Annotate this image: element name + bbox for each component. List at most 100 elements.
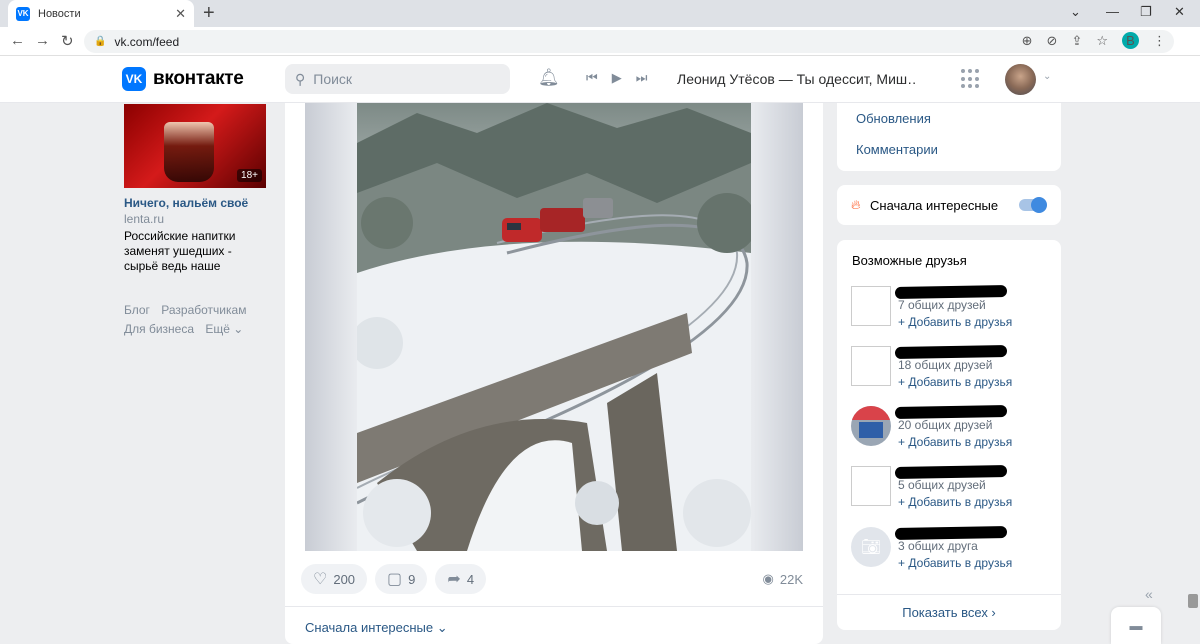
ad-description: Российские напитки заменят ушедших - сыр… bbox=[124, 229, 236, 273]
mutual-friends-count[interactable]: 5 общих друзей bbox=[898, 478, 986, 492]
menu-kebab-icon[interactable]: ⋮ bbox=[1153, 33, 1166, 49]
feed-post: ♡ 200 ▢ 9 ➦ 4 ◉ 22K Сначала интересные ⌄ bbox=[285, 103, 823, 644]
heart-icon: ♡ bbox=[313, 571, 328, 588]
redacted-name bbox=[894, 285, 1008, 299]
friend-photo bbox=[851, 406, 891, 446]
friend-suggestion: 5 общих друзей + Добавить в друзья bbox=[851, 462, 1056, 512]
add-friend-button[interactable]: + Добавить в друзья bbox=[898, 375, 1012, 389]
forward-icon[interactable]: → bbox=[35, 32, 50, 49]
toggle-knob bbox=[1031, 197, 1047, 213]
share-arrow-icon: ➦ bbox=[447, 571, 461, 588]
mutual-friends-count[interactable]: 18 общих друзей bbox=[898, 358, 992, 372]
zoom-icon[interactable]: ⊕ bbox=[1022, 33, 1033, 49]
friend-suggestion: 7 общих друзей + Добавить в друзья bbox=[851, 282, 1056, 332]
menu-item-updates[interactable]: Обновления bbox=[856, 111, 931, 126]
new-tab-icon[interactable]: + bbox=[203, 2, 215, 25]
search-placeholder: Поиск bbox=[313, 71, 353, 87]
ad-glass-illustration bbox=[164, 122, 214, 182]
url-text: vk.com/feed bbox=[114, 34, 180, 49]
menu-item-comments[interactable]: Комментарии bbox=[856, 142, 938, 157]
messenger-chat-icon[interactable]: ▬ bbox=[1111, 607, 1161, 644]
scrollbar-thumb[interactable] bbox=[1188, 594, 1198, 608]
user-avatar[interactable] bbox=[1005, 64, 1036, 95]
vk-logo-icon: VK bbox=[122, 67, 146, 91]
footer-links: Блог Разработчикам Для бизнеса Ещё ⌄ bbox=[124, 301, 274, 339]
search-input[interactable]: ⚲ Поиск bbox=[285, 64, 510, 94]
reload-icon[interactable]: ↻ bbox=[61, 32, 74, 50]
mutual-friends-count[interactable]: 7 общих друзей bbox=[898, 298, 986, 312]
friend-suggestion: 📷︎ 3 общих друга + Добавить в друзья bbox=[851, 523, 1056, 573]
browser-tab-bar: VK Новости ✕ + ⌄ — ❐ ✕ bbox=[0, 0, 1200, 27]
interesting-first-toggle[interactable] bbox=[1019, 197, 1047, 213]
back-icon[interactable]: ← bbox=[10, 32, 25, 49]
camera-placeholder-icon[interactable]: 📷︎ bbox=[851, 527, 891, 567]
friend-suggestion: 18 общих друзей + Добавить в друзья bbox=[851, 342, 1056, 392]
profile-avatar-icon[interactable]: B bbox=[1122, 32, 1139, 49]
ad-image[interactable]: 18+ bbox=[124, 104, 266, 188]
friend-suggestion: 20 общих друзей + Добавить в друзья bbox=[851, 402, 1056, 452]
chevron-down-icon[interactable]: ⌄ bbox=[1043, 71, 1051, 82]
footer-link-business[interactable]: Для бизнеса bbox=[124, 322, 194, 336]
add-friend-button[interactable]: + Добавить в друзья bbox=[898, 435, 1012, 449]
redacted-name bbox=[894, 345, 1008, 359]
views-count: 22K bbox=[779, 571, 803, 587]
vk-header: VK вконтакте ⚲ Поиск 🔔︎ ⏮ ▶ ⏭ Леонид Утё… bbox=[0, 56, 1200, 103]
eye-slash-icon[interactable]: ⊘ bbox=[1047, 33, 1058, 49]
possible-friends-title: Возможные друзья bbox=[852, 253, 967, 268]
shares-count: 4 bbox=[466, 571, 475, 587]
search-icon: ⚲ bbox=[295, 70, 306, 87]
possible-friends-block: Возможные друзья 7 общих друзей + Добави… bbox=[837, 240, 1061, 630]
views-counter: ◉ 22K bbox=[763, 571, 803, 587]
minimize-icon[interactable]: — bbox=[1106, 4, 1119, 19]
tab-search-chevron-icon[interactable]: ⌄ bbox=[1070, 4, 1081, 20]
browser-toolbar: ← → ↻ 🔒 vk.com/feed ⊕ ⊘ ⇪ ☆ B ⋮ bbox=[0, 27, 1200, 56]
vk-logo-text: вконтакте bbox=[153, 68, 244, 89]
friend-avatar[interactable] bbox=[851, 286, 891, 326]
winter-railway-scene bbox=[357, 103, 751, 551]
play-icon[interactable]: ▶ bbox=[612, 70, 622, 86]
bookmark-star-icon[interactable]: ☆ bbox=[1096, 33, 1108, 49]
notifications-bell-icon[interactable]: 🔔︎ bbox=[538, 68, 560, 88]
footer-link-developers[interactable]: Разработчикам bbox=[161, 303, 246, 317]
flame-icon: 🔥︎ bbox=[851, 197, 861, 212]
post-photo[interactable] bbox=[357, 103, 751, 551]
next-track-icon[interactable]: ⏭ bbox=[636, 70, 648, 86]
add-friend-button[interactable]: + Добавить в друзья bbox=[898, 556, 1012, 570]
mutual-friends-count[interactable]: 3 общих друга bbox=[898, 539, 978, 553]
friend-avatar[interactable] bbox=[851, 466, 891, 506]
add-friend-button[interactable]: + Добавить в друзья bbox=[898, 315, 1012, 329]
ad-title[interactable]: Ничего, нальём своё bbox=[124, 196, 248, 210]
add-friend-button[interactable]: + Добавить в друзья bbox=[898, 495, 1012, 509]
share-icon[interactable]: ⇪ bbox=[1071, 33, 1082, 49]
ad-source: lenta.ru bbox=[124, 212, 165, 226]
apps-grid-icon[interactable] bbox=[961, 69, 981, 89]
comment-bubble-icon: ▢ bbox=[387, 571, 403, 588]
collapse-panel-icon[interactable]: « bbox=[1145, 586, 1153, 602]
redacted-name bbox=[894, 465, 1008, 479]
friend-avatar[interactable] bbox=[851, 406, 891, 446]
lock-icon: 🔒 bbox=[94, 36, 107, 47]
comments-sort-dropdown[interactable]: Сначала интересные ⌄ bbox=[305, 620, 448, 636]
eye-icon: ◉ bbox=[762, 571, 774, 586]
post-actions: ♡ 200 ▢ 9 ➦ 4 bbox=[301, 564, 487, 594]
browser-tab[interactable]: VK Новости ✕ bbox=[8, 0, 194, 27]
friend-avatar[interactable] bbox=[851, 346, 891, 386]
vk-logo[interactable]: VK вконтакте bbox=[122, 67, 244, 91]
mutual-friends-count[interactable]: 20 общих друзей bbox=[898, 418, 992, 432]
close-tab-icon[interactable]: ✕ bbox=[175, 6, 186, 22]
feed-menu: Обновления Комментарии bbox=[837, 103, 1061, 171]
show-all-friends-link[interactable]: Показать всех › bbox=[837, 594, 1061, 630]
previous-track-icon[interactable]: ⏮ bbox=[586, 70, 598, 86]
footer-link-blog[interactable]: Блог bbox=[124, 303, 150, 317]
comment-button[interactable]: ▢ 9 bbox=[375, 564, 428, 594]
redacted-name bbox=[894, 526, 1008, 540]
address-bar[interactable]: 🔒 vk.com/feed ⊕ ⊘ ⇪ ☆ B ⋮ bbox=[84, 30, 1174, 53]
share-button[interactable]: ➦ 4 bbox=[435, 564, 487, 594]
age-badge: 18+ bbox=[237, 169, 262, 182]
like-button[interactable]: ♡ 200 bbox=[301, 564, 368, 594]
close-window-icon[interactable]: ✕ bbox=[1174, 4, 1185, 20]
comments-count: 9 bbox=[408, 571, 416, 587]
maximize-icon[interactable]: ❐ bbox=[1140, 4, 1152, 20]
now-playing-title[interactable]: Леонид Утёсов — Ты одессит, Миш… bbox=[677, 71, 917, 87]
footer-link-more[interactable]: Ещё ⌄ bbox=[205, 322, 243, 336]
